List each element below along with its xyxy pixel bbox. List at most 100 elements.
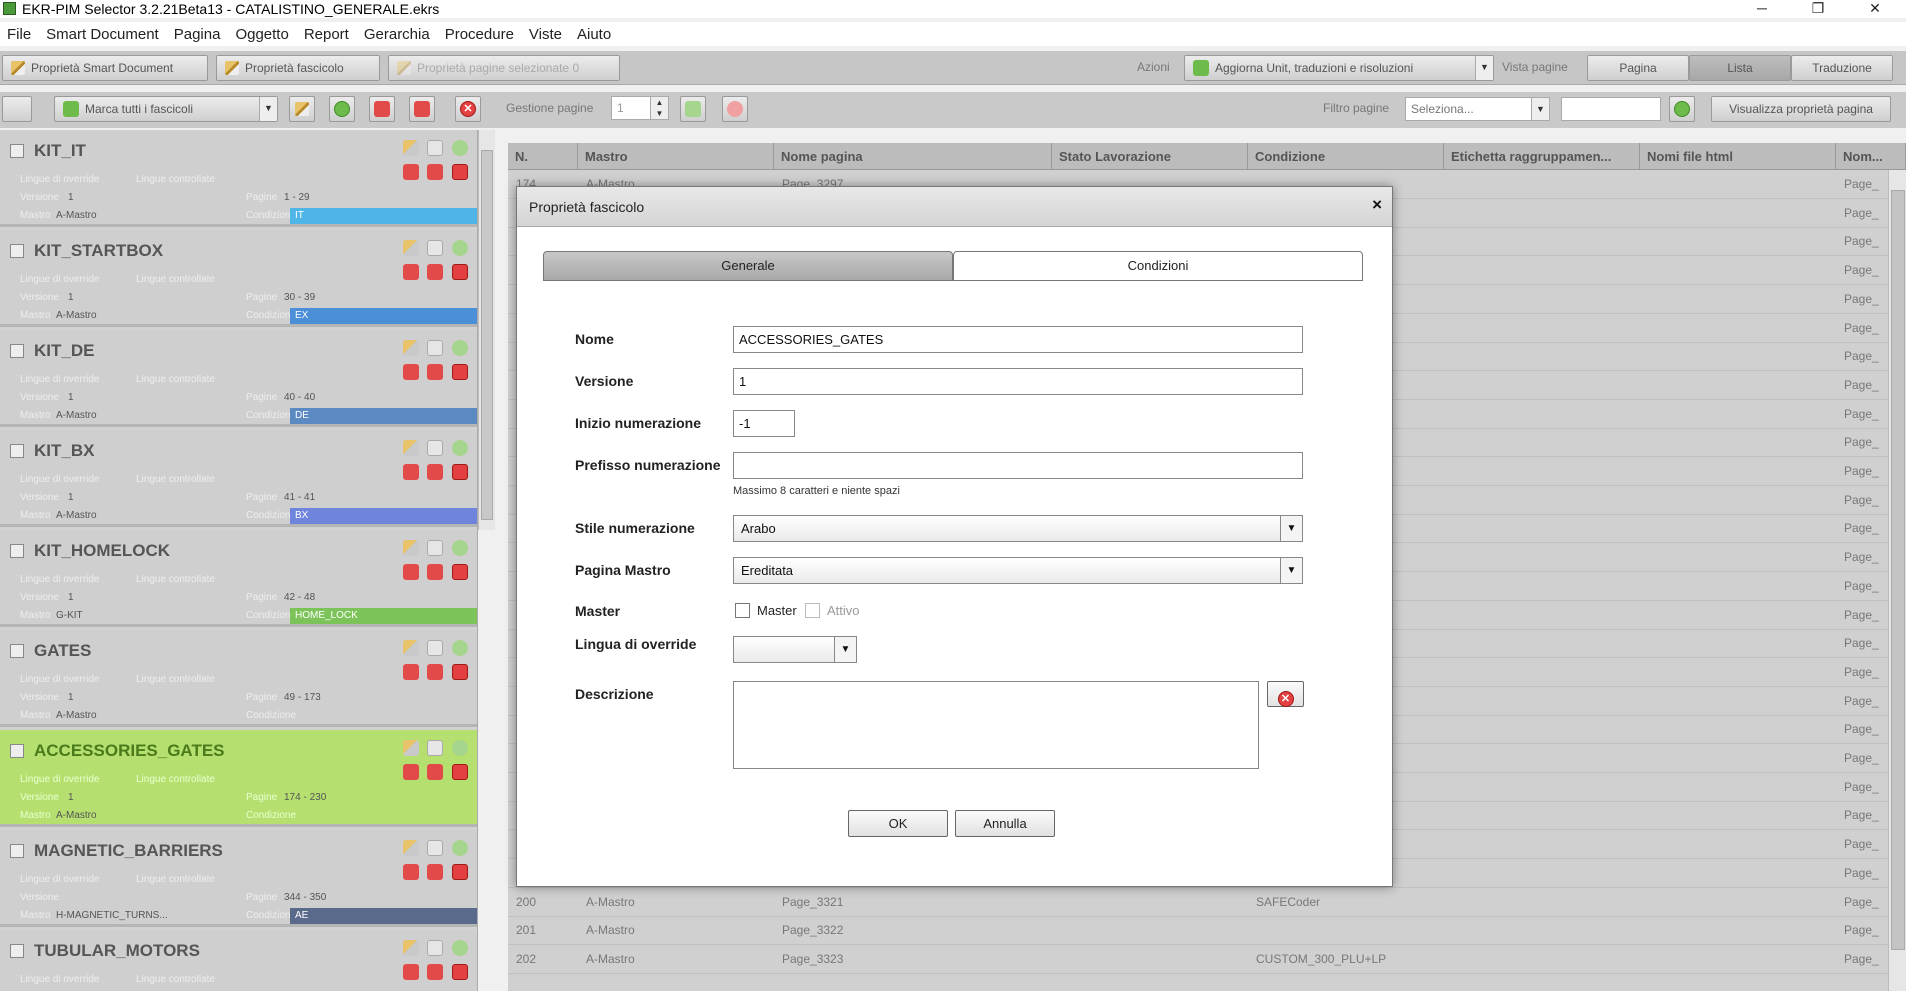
scrollbar-thumb[interactable]	[1891, 190, 1905, 950]
col-etichetta[interactable]: Etichetta raggruppamen...	[1444, 143, 1640, 170]
vista-tab-lista[interactable]: Lista	[1689, 55, 1791, 81]
menu-aiuto[interactable]: Aiuto	[570, 22, 619, 46]
menu-file[interactable]: File	[0, 22, 39, 46]
edit-icon[interactable]	[403, 740, 419, 756]
edit-icon[interactable]	[403, 640, 419, 656]
arrow-up-icon[interactable]	[403, 864, 419, 880]
arrow-down-icon[interactable]	[427, 664, 443, 680]
add-fascicolo-button[interactable]	[329, 96, 355, 122]
fascicolo-item[interactable]: KIT_STARTBOX Lingue di override Lingue con…	[0, 230, 477, 327]
collapse-button[interactable]	[2, 96, 32, 122]
check-icon[interactable]	[452, 140, 468, 156]
delete-icon[interactable]	[452, 764, 468, 780]
copy-icon[interactable]	[427, 640, 443, 656]
dialog-close-button[interactable]: ×	[1372, 195, 1382, 215]
copy-icon[interactable]	[427, 540, 443, 556]
check-icon[interactable]	[452, 640, 468, 656]
tab-condizioni[interactable]: Condizioni	[953, 251, 1363, 281]
fascicolo-checkbox[interactable]	[10, 444, 24, 458]
copy-icon[interactable]	[427, 340, 443, 356]
fascicoli-scrollbar[interactable]	[478, 130, 495, 530]
apply-filter-button[interactable]	[1669, 96, 1695, 122]
fascicolo-item[interactable]: KIT_BX Lingue di override Lingue controlla…	[0, 430, 477, 527]
vista-tab-pagina[interactable]: Pagina	[1587, 55, 1689, 81]
arrow-up-icon[interactable]	[403, 364, 419, 380]
prefisso-numerazione-field[interactable]	[733, 452, 1303, 479]
delete-icon[interactable]	[452, 964, 468, 980]
arrow-up-icon[interactable]	[403, 564, 419, 580]
fascicolo-checkbox[interactable]	[10, 644, 24, 658]
check-icon[interactable]	[452, 840, 468, 856]
delete-page-button[interactable]	[722, 96, 748, 122]
restore-button[interactable]: ❐	[1795, 0, 1841, 18]
table-row[interactable]: 201 A-Mastro Page_3322 Page_	[508, 917, 1888, 946]
prop-pagine-button[interactable]: Proprietà pagine selezionate 0	[388, 55, 620, 81]
arrow-down-icon[interactable]	[427, 164, 443, 180]
arrow-down-icon[interactable]	[427, 464, 443, 480]
menu-pagina[interactable]: Pagina	[167, 22, 229, 46]
move-down-button[interactable]	[409, 96, 435, 122]
prop-fascicolo-button[interactable]: Proprietà fascicolo	[216, 55, 380, 81]
azioni-dropdown[interactable]: Aggiorna Unit, traduzioni e risoluzioni …	[1184, 55, 1494, 81]
edit-icon[interactable]	[403, 440, 419, 456]
scrollbar-thumb[interactable]	[481, 150, 493, 520]
edit-icon[interactable]	[403, 840, 419, 856]
menu-oggetto[interactable]: Oggetto	[228, 22, 296, 46]
arrow-up-icon[interactable]	[403, 464, 419, 480]
fascicolo-checkbox[interactable]	[10, 344, 24, 358]
fascicolo-item[interactable]: KIT_DE Lingue di override Lingue controlla…	[0, 330, 477, 427]
stile-numerazione-select[interactable]: Arabo ▼	[733, 515, 1303, 542]
arrow-up-icon[interactable]	[403, 964, 419, 980]
arrow-down-icon[interactable]	[427, 964, 443, 980]
arrow-down-icon[interactable]	[427, 864, 443, 880]
arrow-down-icon[interactable]	[427, 364, 443, 380]
edit-fascicolo-button[interactable]	[289, 96, 315, 122]
arrow-down-icon[interactable]	[427, 764, 443, 780]
fascicolo-checkbox[interactable]	[10, 744, 24, 758]
arrow-down-icon[interactable]	[427, 264, 443, 280]
delete-icon[interactable]	[452, 864, 468, 880]
fascicolo-checkbox[interactable]	[10, 244, 24, 258]
copy-icon[interactable]	[427, 940, 443, 956]
edit-icon[interactable]	[403, 140, 419, 156]
marca-tutti-dropdown[interactable]: Marca tutti i fascicoli ▼	[54, 96, 278, 122]
col-nom[interactable]: Nom...	[1836, 143, 1906, 170]
descrizione-textarea[interactable]	[733, 681, 1259, 769]
ok-button[interactable]: OK	[848, 810, 948, 837]
clear-descrizione-button[interactable]: ✕	[1267, 681, 1304, 707]
copy-icon[interactable]	[427, 440, 443, 456]
master-checkbox[interactable]	[735, 603, 750, 618]
pagina-mastro-select[interactable]: Ereditata ▼	[733, 557, 1303, 584]
minimize-button[interactable]: ─	[1739, 0, 1785, 18]
col-nome-pagina[interactable]: Nome pagina	[774, 143, 1052, 170]
gestione-pagine-spinner[interactable]: 1 ▲ ▼	[611, 96, 669, 120]
annulla-button[interactable]: Annulla	[955, 810, 1055, 837]
edit-icon[interactable]	[403, 540, 419, 556]
copy-icon[interactable]	[427, 240, 443, 256]
add-page-button[interactable]	[680, 96, 706, 122]
col-nomi-file-html[interactable]: Nomi file html	[1640, 143, 1836, 170]
fascicolo-checkbox[interactable]	[10, 544, 24, 558]
move-up-button[interactable]	[369, 96, 395, 122]
delete-icon[interactable]	[452, 664, 468, 680]
vista-tab-traduzione[interactable]: Traduzione	[1791, 55, 1893, 81]
fascicolo-checkbox[interactable]	[10, 144, 24, 158]
filtro-pagine-select[interactable]: Seleziona... ▼	[1405, 97, 1550, 121]
fascicolo-checkbox[interactable]	[10, 844, 24, 858]
filtro-text-input[interactable]	[1561, 97, 1661, 121]
fascicolo-item[interactable]: MAGNETIC_BARRIERS Lingue di override Lingu…	[0, 830, 477, 927]
attivo-checkbox[interactable]	[805, 603, 820, 618]
arrow-up-icon[interactable]	[403, 264, 419, 280]
table-row[interactable]: 200 A-Mastro Page_3321 SAFECoder Page_	[508, 889, 1888, 917]
copy-icon[interactable]	[427, 140, 443, 156]
visualizza-proprieta-button[interactable]: Visualizza proprietà pagina	[1711, 96, 1891, 122]
tab-generale[interactable]: Generale	[543, 251, 953, 281]
col-stato-lavorazione[interactable]: Stato Lavorazione	[1052, 143, 1248, 170]
versione-field[interactable]: 1	[733, 368, 1303, 395]
menu-smart-document[interactable]: Smart Document	[39, 22, 167, 46]
check-icon[interactable]	[452, 240, 468, 256]
check-icon[interactable]	[452, 740, 468, 756]
delete-icon[interactable]	[452, 164, 468, 180]
table-row[interactable]: 202 A-Mastro Page_3323 CUSTOM_300_PLU+LP Pag…	[508, 946, 1888, 974]
menu-report[interactable]: Report	[297, 22, 357, 46]
